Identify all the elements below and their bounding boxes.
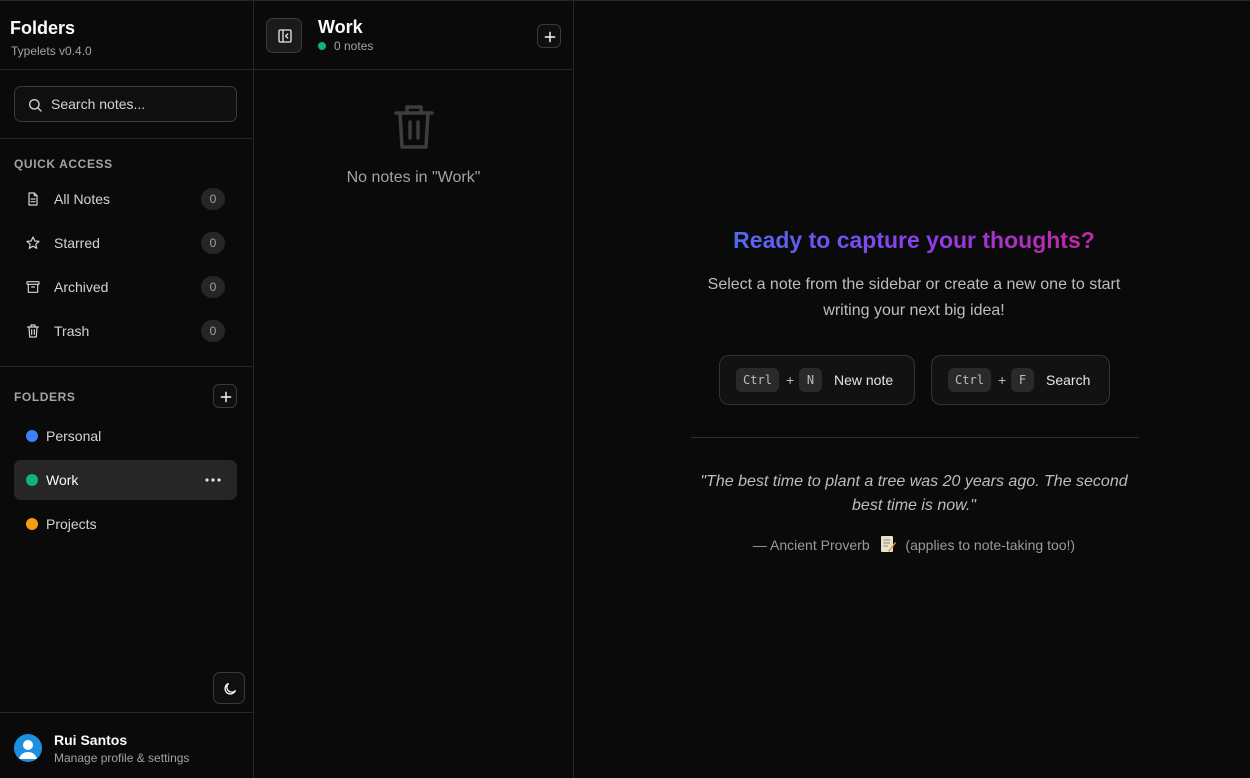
add-note-button[interactable] [537,24,561,48]
divider [0,366,253,367]
memo-icon [880,536,896,552]
sidebar-item-starred[interactable]: Starred 0 [14,225,237,261]
quick-access-label: QUICK ACCESS [14,157,113,171]
count-badge: 0 [201,276,225,298]
folder-title: Work [318,17,363,37]
notes-panel: Work 0 notes No notes in "Work" [254,0,574,778]
search-input[interactable] [51,87,231,121]
sidebar-header: Folders Typelets v0.4.0 [0,1,253,70]
count-badge: 0 [201,320,225,342]
folder-item-projects[interactable]: Projects [14,504,237,544]
folder-color-dot [26,518,38,530]
main-content: Ready to capture your thoughts? Select a… [574,0,1250,778]
kbd-key: F [1011,368,1034,392]
sidebar-title: Folders [10,18,76,38]
shortcut-label: New note [834,372,894,388]
sidebar-item-archived[interactable]: Archived 0 [14,269,237,305]
user-name: Rui Santos [54,732,128,748]
folder-label: Projects [46,516,97,532]
star-icon [26,236,40,249]
sidebar-item-label: Starred [54,235,100,251]
count-badge: 0 [201,188,225,210]
sidebar-item-label: Archived [54,279,109,295]
theme-toggle-button[interactable] [213,672,245,704]
search-icon [29,99,42,112]
app-version: Typelets v0.4.0 [11,44,92,58]
notes-header: Work 0 notes [254,1,573,70]
quote-attribution: — Ancient Proverb (applies to note-takin… [574,535,1250,553]
divider [691,437,1139,438]
plus-icon [220,391,232,403]
quote-text: "The best time to plant a tree was 20 ye… [700,473,1128,514]
folder-item-personal[interactable]: Personal [14,416,237,456]
avatar [14,734,42,762]
more-options-icon[interactable] [201,470,225,490]
plus-icon [544,31,556,43]
trash-icon [394,105,434,149]
sidebar: Folders Typelets v0.4.0 QUICK ACCESS All… [0,0,254,778]
moon-icon [224,683,236,695]
archive-icon [26,281,40,293]
kbd-ctrl: Ctrl [948,368,991,392]
search-section [0,70,253,139]
count-badge: 0 [201,232,225,254]
headline-text: Ready to capture your thoughts? [733,227,1095,253]
folder-color-dot [26,474,38,486]
add-folder-button[interactable] [213,384,237,408]
kbd-ctrl: Ctrl [736,368,779,392]
folder-label: Personal [46,428,102,444]
new-note-shortcut-button[interactable]: Ctrl + N New note [719,355,915,405]
status-dot [318,42,326,50]
folder-color-dot [26,430,38,442]
shortcut-label: Search [1046,372,1091,388]
search-box[interactable] [14,86,237,122]
user-profile[interactable]: Rui Santos Manage profile & settings [0,712,253,778]
sidebar-item-trash[interactable]: Trash 0 [14,313,237,349]
search-shortcut-button[interactable]: Ctrl + F Search [931,355,1110,405]
panel-left-close-icon [278,29,292,43]
attribution-author: — Ancient Proverb [752,537,870,553]
welcome-headline: Ready to capture your thoughts? [574,227,1250,254]
folder-item-work[interactable]: Work [14,460,237,500]
collapse-sidebar-button[interactable] [266,18,302,53]
folders-label: FOLDERS [14,390,76,404]
sidebar-item-label: Trash [54,323,90,339]
file-text-icon [28,192,38,206]
kbd-key: N [799,368,822,392]
attribution-note: (applies to note-taking too!) [905,537,1076,553]
sidebar-item-label: All Notes [54,191,111,207]
empty-state-text: No notes in "Work" [346,169,481,186]
user-icon [19,740,37,759]
welcome-subtitle: Select a note from the sidebar or create… [707,276,1121,319]
trash-icon [27,324,39,338]
user-settings-link[interactable]: Manage profile & settings [54,751,189,765]
notes-count: 0 notes [334,39,374,53]
kbd-plus: + [998,372,1007,388]
folder-label: Work [46,472,79,488]
kbd-plus: + [786,372,795,388]
sidebar-item-all-notes[interactable]: All Notes 0 [14,181,237,217]
